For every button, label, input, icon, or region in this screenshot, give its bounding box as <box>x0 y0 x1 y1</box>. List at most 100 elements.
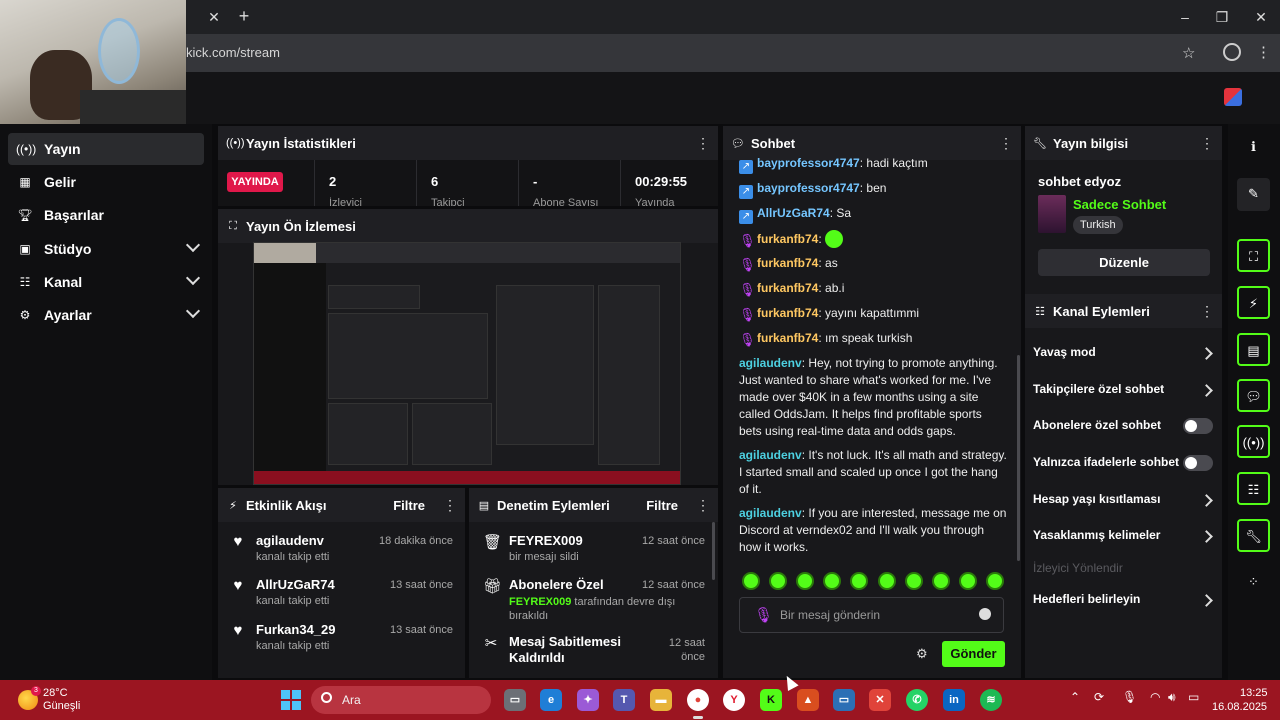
app-logo-icon[interactable] <box>1224 88 1242 106</box>
emote-icon[interactable] <box>850 572 869 590</box>
chat-username[interactable]: bayprofessor4747 <box>757 156 860 170</box>
chat-settings-icon[interactable]: ⚙ <box>916 646 928 662</box>
category-link[interactable]: Sadece Sohbet <box>1073 197 1166 212</box>
maximize-icon[interactable]: ❐ <box>1212 8 1232 26</box>
moderation-target[interactable]: FEYREX009 <box>509 533 583 548</box>
sidebar-item-gelir[interactable]: ▦ Gelir <box>8 166 204 198</box>
add-widget-icon[interactable]: ⁘ <box>1237 566 1270 599</box>
chat-username[interactable]: furkanfb74 <box>757 256 818 270</box>
emote-icon[interactable] <box>985 572 1004 590</box>
bolt-icon[interactable]: ⚡︎ <box>1237 286 1270 319</box>
moderation-filter-button[interactable]: Filtre <box>646 498 678 513</box>
window-close-icon[interactable]: ✕ <box>1251 8 1271 26</box>
emote-icon[interactable] <box>769 572 788 590</box>
volume-icon[interactable]: 🔊︎ <box>1168 690 1176 705</box>
emote-icon[interactable] <box>796 572 815 590</box>
weather-description[interactable]: Güneşli <box>43 700 80 712</box>
activity-user[interactable]: agilaudenv <box>256 533 324 548</box>
game-launcher-icon[interactable]: ▲ <box>797 689 819 711</box>
chat-username[interactable]: bayprofessor4747 <box>757 181 860 195</box>
moderation-menu-icon[interactable]: ⋮ <box>696 497 710 514</box>
preview-toggle-icon[interactable]: ⛶ <box>1237 239 1270 272</box>
activity-filter-button[interactable]: Filtre <box>393 498 425 513</box>
emote-icon[interactable] <box>904 572 923 590</box>
browser-menu-icon[interactable]: ⋮ <box>1256 43 1271 61</box>
emote-icon[interactable] <box>958 572 977 590</box>
action-followers-only[interactable]: Takipçilere özel sohbet <box>1033 382 1213 402</box>
mic-icon[interactable]: 🎙︎ <box>1122 690 1137 704</box>
chrome-icon[interactable]: ● <box>687 689 709 711</box>
action-set-goals[interactable]: Hedefleri belirleyin <box>1033 592 1213 612</box>
bookmark-star-icon[interactable]: ☆ <box>1182 44 1195 62</box>
chevron-up-icon[interactable]: ⌃ <box>1070 690 1080 704</box>
stats-menu-icon[interactable]: ⋮ <box>696 135 710 152</box>
app-icon[interactable]: ✕ <box>869 689 891 711</box>
subscribers-only-toggle[interactable] <box>1183 418 1213 434</box>
chat-username[interactable]: AllrUzGaR74 <box>757 206 830 220</box>
edit-button[interactable]: Düzenle <box>1038 249 1210 276</box>
whatsapp-icon[interactable]: ✆ <box>906 689 928 711</box>
sidebar-item-studyo[interactable]: ▣ Stüdyo <box>8 233 204 265</box>
emote-icon[interactable] <box>931 572 950 590</box>
sidebar-item-ayarlar[interactable]: ⚙ Ayarlar <box>8 299 204 331</box>
chat-menu-icon[interactable]: ⋮ <box>999 135 1013 152</box>
file-explorer-icon[interactable]: ▬ <box>650 689 672 711</box>
chat-input[interactable]: 🎙︎ Bir mesaj gönderin <box>739 597 1004 633</box>
kick-app-icon[interactable]: K <box>760 689 782 711</box>
chat-username[interactable]: agilaudenv <box>739 448 802 462</box>
action-account-age[interactable]: Hesap yaşı kısıtlaması <box>1033 492 1213 512</box>
teams-icon[interactable]: T <box>613 689 635 711</box>
sync-icon[interactable]: ⟳ <box>1094 690 1104 704</box>
emotes-only-toggle[interactable] <box>1183 455 1213 471</box>
chat-scrollbar[interactable] <box>1017 355 1020 561</box>
profile-icon[interactable] <box>1223 43 1241 61</box>
wrench-icon[interactable]: 🔧︎ <box>1237 519 1270 552</box>
stream-preview-video[interactable] <box>253 242 681 485</box>
channel-icon[interactable]: ☷ <box>1237 472 1270 505</box>
pencil-icon[interactable]: ✎ <box>1237 178 1270 211</box>
new-tab-icon[interactable]: + <box>236 7 252 25</box>
task-view-icon[interactable]: ▭ <box>504 689 526 711</box>
chat-username[interactable]: agilaudenv <box>739 506 802 520</box>
battery-icon[interactable]: ▭ <box>1188 690 1199 704</box>
spotify-icon[interactable]: ≋ <box>980 689 1002 711</box>
weather-temperature[interactable]: 28°C <box>43 687 68 699</box>
activity-menu-icon[interactable]: ⋮ <box>443 497 457 514</box>
emote-icon[interactable] <box>877 572 896 590</box>
action-slow-mode[interactable]: Yavaş mod <box>1033 345 1213 365</box>
sidebar-item-yayin[interactable]: ((•)) Yayın <box>8 133 204 165</box>
emote-icon[interactable] <box>823 572 842 590</box>
edge-icon[interactable]: e <box>540 689 562 711</box>
sidebar-item-kanal[interactable]: ☷ Kanal <box>8 266 204 298</box>
chat-username[interactable]: furkanfb74 <box>757 281 818 295</box>
clock-time[interactable]: 13:25 <box>1240 687 1268 699</box>
moderation-user[interactable]: FEYREX009 <box>509 596 571 608</box>
chat-username[interactable]: furkanfb74 <box>757 306 818 320</box>
taskbar-search[interactable]: Ara <box>311 686 491 714</box>
chat-username[interactable]: furkanfb74 <box>757 331 818 345</box>
copilot-icon[interactable]: ✦ <box>577 689 599 711</box>
moderation-scrollbar[interactable] <box>712 522 715 580</box>
tab-close-icon[interactable]: ✕ <box>206 9 222 25</box>
emoji-icon[interactable] <box>979 608 991 620</box>
channel-actions-menu-icon[interactable]: ⋮ <box>1200 303 1214 320</box>
document-icon[interactable]: ▤ <box>1237 333 1270 366</box>
info-icon[interactable]: ℹ <box>1237 131 1270 164</box>
stream-info-menu-icon[interactable]: ⋮ <box>1200 135 1214 152</box>
send-button[interactable]: Gönder <box>942 641 1005 667</box>
chat-username[interactable]: furkanfb74 <box>757 232 818 246</box>
chat-bubble-icon[interactable]: 💬︎ <box>1237 379 1270 412</box>
remote-desktop-icon[interactable]: ▭ <box>833 689 855 711</box>
minimize-icon[interactable]: – <box>1175 8 1195 26</box>
start-button[interactable] <box>281 690 301 710</box>
wifi-icon[interactable]: ◠ <box>1150 690 1160 704</box>
emote-icon[interactable] <box>742 572 760 590</box>
broadcast-icon[interactable]: ((•)) <box>1237 425 1270 458</box>
sidebar-item-basarilar[interactable]: 🏆︎ Başarılar <box>8 199 204 231</box>
clock-date[interactable]: 16.08.2025 <box>1212 701 1267 713</box>
url-field[interactable]: kick.com/stream <box>186 45 280 60</box>
chat-username[interactable]: agilaudenv <box>739 356 802 370</box>
action-banned-words[interactable]: Yasaklanmış kelimeler <box>1033 528 1213 548</box>
linkedin-icon[interactable]: in <box>943 689 965 711</box>
activity-user[interactable]: AllrUzGaR74 <box>256 577 335 592</box>
